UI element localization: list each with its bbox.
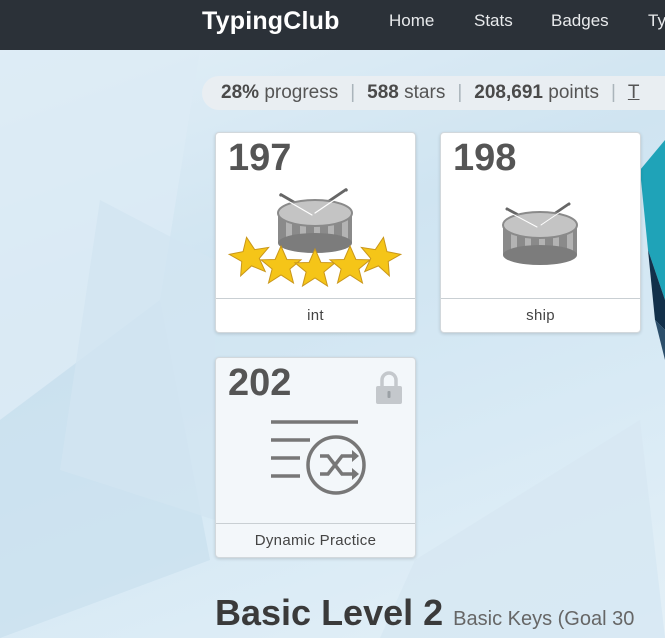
points-label: points <box>548 82 599 103</box>
points-value: 208,691 <box>474 82 543 103</box>
star-icon <box>360 236 403 278</box>
star-icon <box>227 236 270 278</box>
separator: | <box>350 82 356 103</box>
stats-bar: 28% progress | 588 stars | 208,691 points | T <box>202 76 665 110</box>
stats-trailing-text: T <box>627 82 640 103</box>
stars-value: 588 <box>367 82 399 103</box>
star-rating <box>227 236 403 288</box>
drum-icon <box>502 202 578 265</box>
dynamic-practice-icon <box>271 420 366 495</box>
section-heading: Basic Level 2 Basic Keys (Goal 30 <box>215 592 634 634</box>
nav-typing[interactable]: Ty <box>648 11 665 31</box>
lesson-label: ship <box>441 298 640 332</box>
lesson-label: Dynamic Practice <box>216 523 415 557</box>
nav-home[interactable]: Home <box>389 11 434 31</box>
progress-value: 28% <box>221 82 260 103</box>
level-title: Basic Level 2 <box>215 592 444 633</box>
lesson-card-202[interactable]: 202 Dynamic Practice <box>215 357 416 558</box>
separator: | <box>610 82 616 103</box>
nav-stats[interactable]: Stats <box>474 11 513 31</box>
nav-badges[interactable]: Badges <box>551 11 609 31</box>
star-icon <box>259 244 303 285</box>
lesson-card-197[interactable]: 197 int <box>215 132 416 333</box>
top-navigation-bar: TypingClub Home Stats Badges Ty <box>0 0 665 50</box>
star-icon <box>293 247 337 288</box>
stars-label: stars <box>404 82 446 103</box>
separator: | <box>457 82 463 103</box>
lesson-label: int <box>216 298 415 332</box>
lesson-card-198[interactable]: 198 ship <box>440 132 641 333</box>
star-icon <box>328 244 372 285</box>
progress-label: progress <box>264 82 339 103</box>
brand-logo[interactable]: TypingClub <box>202 7 340 36</box>
level-subtitle: Basic Keys (Goal 30 <box>453 608 635 630</box>
